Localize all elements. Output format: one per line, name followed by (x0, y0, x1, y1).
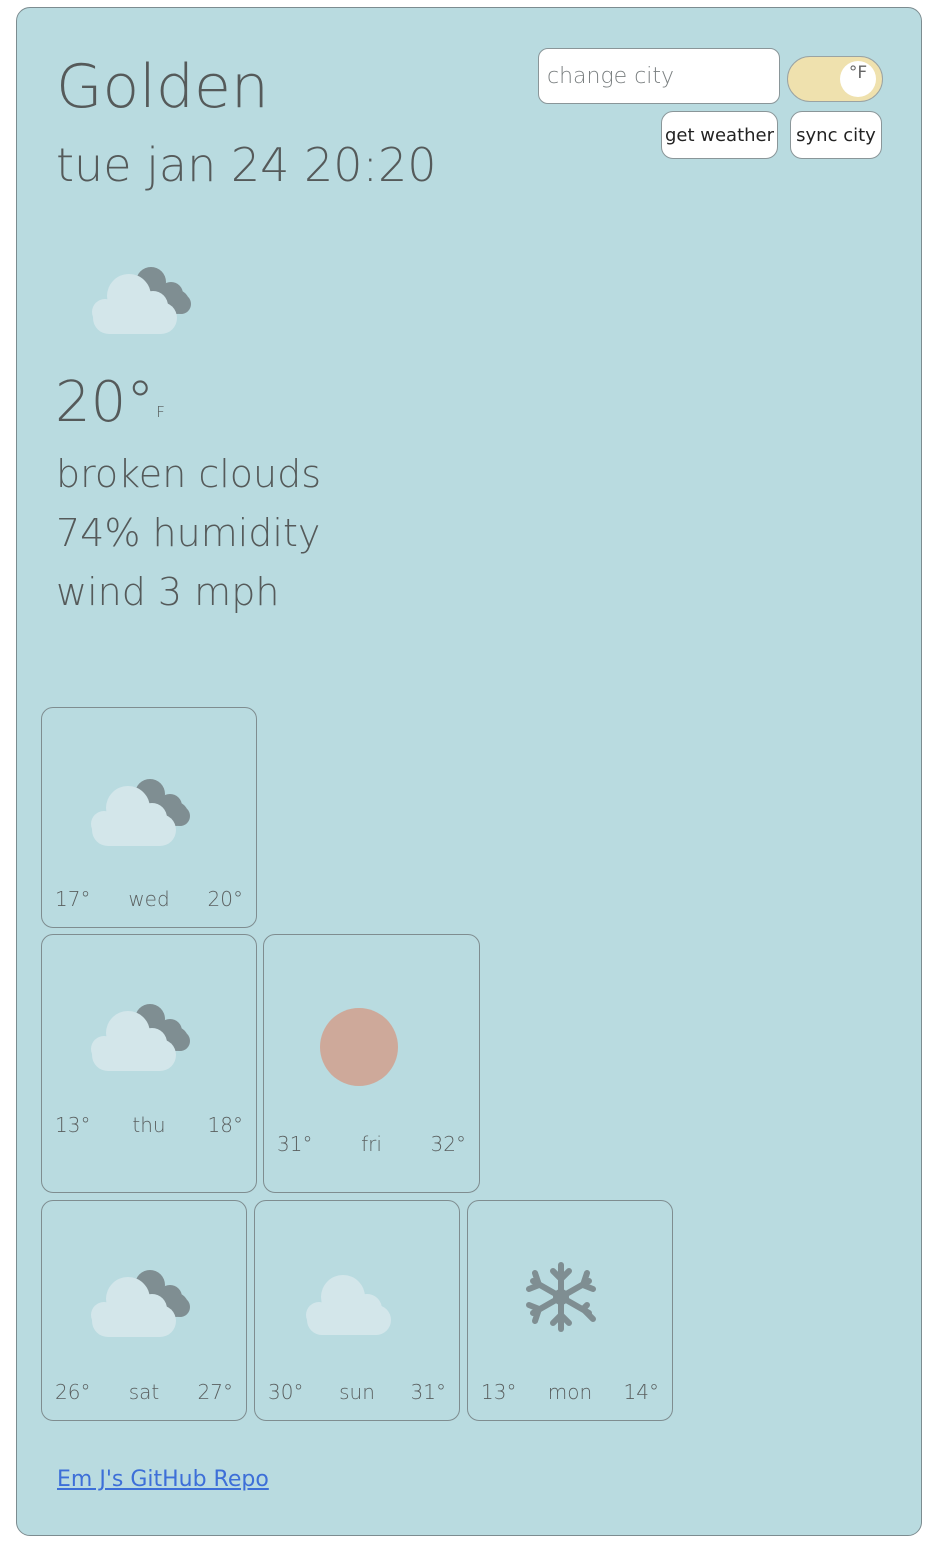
forecast-low: 26° (55, 1380, 91, 1404)
forecast-high: 32° (430, 1132, 466, 1156)
forecast-low: 13° (481, 1380, 517, 1404)
temperature-value: 20° (55, 370, 155, 435)
forecast-card-sat: 26° sat 27° (41, 1200, 247, 1421)
forecast-card-sun: 30° sun 31° (254, 1200, 460, 1421)
forecast-card-thu: 13° thu 18° (41, 934, 257, 1193)
unit-toggle-knob: °F (840, 61, 876, 97)
sync-city-button[interactable]: sync city (790, 111, 882, 159)
change-city-input[interactable] (538, 48, 780, 104)
forecast-day: wed (128, 887, 170, 911)
forecast-low: 31° (277, 1132, 313, 1156)
forecast-day: mon (547, 1380, 593, 1404)
weather-app: Golden tue jan 24 20:20 °F get weather s… (16, 7, 922, 1536)
current-temperature: 20° F (55, 370, 165, 435)
forecast-card-mon: 13° mon 14° (467, 1200, 673, 1421)
github-repo-link[interactable]: Em J's GitHub Repo (57, 1467, 269, 1492)
weather-description: broken clouds (56, 452, 322, 496)
broken-clouds-icon (92, 267, 191, 334)
forecast-day: fri (361, 1132, 382, 1156)
forecast-card-fri: 31° fri 32° (263, 934, 480, 1193)
unit-toggle[interactable]: °F (787, 56, 883, 102)
forecast-day: sun (339, 1380, 375, 1404)
forecast-low: 30° (268, 1380, 304, 1404)
city-name: Golden (56, 52, 269, 122)
forecast-low: 13° (55, 1113, 91, 1137)
forecast-high: 31° (410, 1380, 446, 1404)
broken-clouds-icon (91, 1270, 190, 1337)
wind-speed: wind 3 mph (56, 570, 280, 614)
forecast-high: 14° (623, 1380, 659, 1404)
forecast-day: thu (132, 1113, 166, 1137)
broken-clouds-icon (91, 1004, 190, 1071)
temperature-unit: F (156, 403, 165, 421)
forecast-day: sat (128, 1380, 160, 1404)
get-weather-button[interactable]: get weather (661, 111, 778, 159)
forecast-low: 17° (55, 887, 91, 911)
current-datetime: tue jan 24 20:20 (56, 138, 437, 192)
sun-icon (320, 1008, 398, 1086)
forecast-high: 20° (207, 887, 243, 911)
snowflake-icon (501, 1257, 621, 1337)
forecast-card-wed: 17° wed 20° (41, 707, 257, 928)
forecast-high: 27° (197, 1380, 233, 1404)
cloud-icon (306, 1275, 391, 1335)
forecast-high: 18° (207, 1113, 243, 1137)
broken-clouds-icon (91, 779, 190, 846)
humidity: 74% humidity (56, 511, 321, 555)
